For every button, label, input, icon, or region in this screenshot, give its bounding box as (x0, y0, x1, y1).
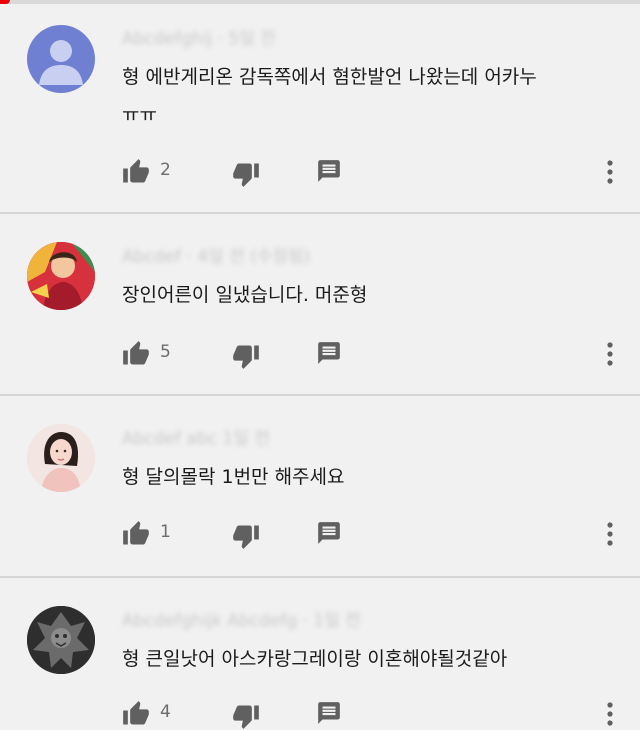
dark-statue-avatar-icon (27, 606, 95, 674)
comment-actions: 1 (122, 520, 622, 550)
thumb-up-icon[interactable] (122, 158, 150, 186)
comment-text: 장인어른이 일냈습니다. 머준형 (122, 276, 367, 314)
comment-text-line: ㅠㅠ (122, 104, 157, 126)
comment-actions: 2 (122, 158, 622, 188)
thumb-down-icon[interactable] (232, 522, 260, 550)
comment-text-line: 형 달의몰락 1번만 해주세요 (122, 466, 345, 488)
thumb-down-icon[interactable] (232, 160, 260, 188)
more-vertical-icon[interactable] (605, 158, 615, 186)
reply-icon[interactable] (316, 520, 342, 546)
comment-actions: 5 (122, 340, 622, 370)
comment-text: 형 에반게리온 감독쪽에서 혐한발언 나왔는데 어카누 ㅠㅠ (122, 58, 537, 134)
comment-item: Abcdefghijk Abcdefg · 1일 전 형 큰일낫어 아스카랑그레… (0, 578, 640, 729)
comment-text: 형 달의몰락 1번만 해주세요 (122, 458, 345, 496)
thumb-up-icon[interactable] (122, 520, 150, 548)
avatar[interactable] (27, 242, 95, 310)
comment-item: Abcdef · 4일 전 (수정됨) 장인어른이 일냈습니다. 머준형 5 (0, 214, 640, 394)
comment-text-line: 형 큰일낫어 아스카랑그레이랑 이혼해야될것같아 (122, 648, 508, 670)
reply-icon[interactable] (316, 158, 342, 184)
comment-item: Abcdefghij · 5일 전 형 에반게리온 감독쪽에서 혐한발언 나왔는… (0, 0, 640, 212)
comment-author[interactable]: Abcdef abc 1일 전 (122, 424, 270, 449)
woman-photo-avatar-icon (27, 424, 95, 492)
comment-author[interactable]: Abcdefghijk Abcdefg · 1일 전 (122, 606, 361, 631)
like-count: 5 (160, 342, 171, 362)
comment-item: Abcdef abc 1일 전 형 달의몰락 1번만 해주세요 1 (0, 396, 640, 576)
like-count: 4 (160, 702, 171, 722)
comment-author[interactable]: Abcdef · 4일 전 (수정됨) (122, 242, 310, 267)
comment-author[interactable]: Abcdefghij · 5일 전 (122, 24, 276, 49)
comment-text-line: 형 에반게리온 감독쪽에서 혐한발언 나왔는데 어카누 (122, 66, 537, 88)
more-vertical-icon[interactable] (605, 520, 615, 548)
reply-icon[interactable] (316, 700, 342, 726)
comment-text: 형 큰일낫어 아스카랑그레이랑 이혼해야될것같아 (122, 640, 507, 678)
thumb-down-icon[interactable] (232, 702, 260, 730)
comment-actions: 4 (122, 700, 622, 730)
like-count: 2 (160, 160, 171, 180)
more-vertical-icon[interactable] (605, 340, 615, 368)
reply-icon[interactable] (316, 340, 342, 366)
avatar[interactable] (27, 25, 95, 93)
thumb-up-icon[interactable] (122, 340, 150, 368)
cartoon-avatar-icon (27, 242, 95, 310)
like-count: 1 (160, 522, 171, 542)
avatar[interactable] (27, 606, 95, 674)
default-user-avatar-icon (39, 40, 83, 85)
comment-text-line: 장인어른이 일냈습니다. 머준형 (122, 284, 368, 306)
avatar[interactable] (27, 424, 95, 492)
thumb-down-icon[interactable] (232, 342, 260, 370)
